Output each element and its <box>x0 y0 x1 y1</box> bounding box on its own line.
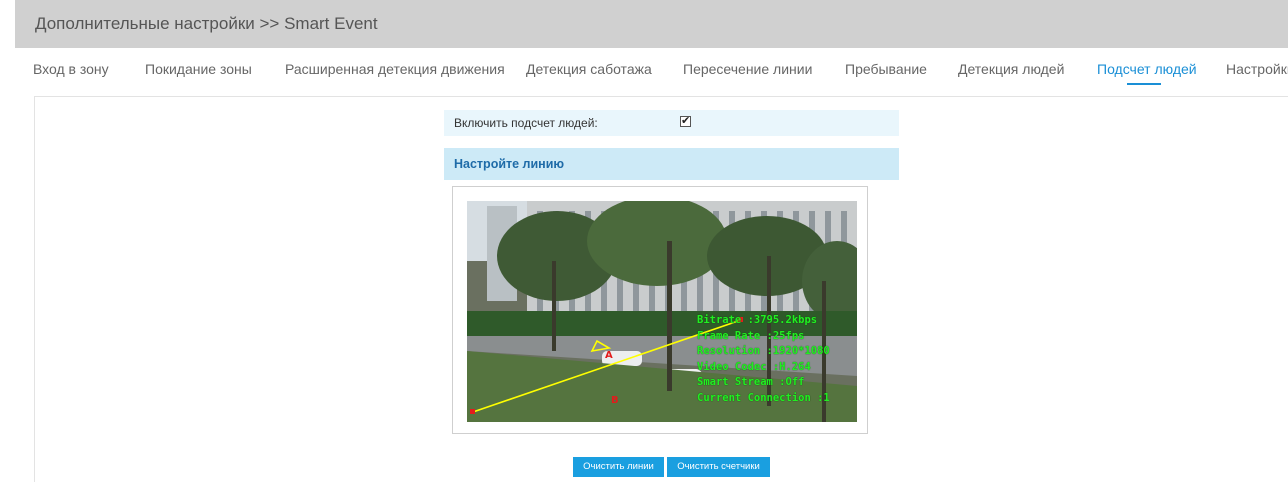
osd-line: Smart Stream :Off <box>697 376 805 388</box>
enable-row: Включить подсчет людей: ✔ <box>444 110 899 136</box>
video-preview[interactable]: A B Bitrate :3795.2kbps Frame Rate :25fp… <box>467 201 857 422</box>
osd-line: Frame Rate :25fps <box>697 329 805 342</box>
tab-settings[interactable]: Настройки <box>1226 61 1288 77</box>
tab-tamper[interactable]: Детекция саботажа <box>526 61 652 77</box>
tab-zone-entry[interactable]: Вход в зону <box>33 61 109 77</box>
svg-text:A: A <box>605 350 613 361</box>
video-osd: Bitrate :3795.2kbps Frame Rate :25fps Re… <box>697 313 830 406</box>
svg-text:B: B <box>611 395 619 406</box>
active-tab-indicator <box>1127 83 1161 85</box>
enable-label: Включить подсчет людей: <box>454 116 598 130</box>
section-header: Настройте линию <box>444 148 899 180</box>
enable-checkbox[interactable]: ✔ <box>680 116 691 127</box>
tab-people-counting[interactable]: Подсчет людей <box>1097 61 1197 77</box>
clear-counters-button[interactable]: Очистить счетчики <box>667 457 770 477</box>
video-frame: A B Bitrate :3795.2kbps Frame Rate :25fp… <box>452 186 868 434</box>
page-title: Дополнительные настройки >> Smart Event <box>35 14 378 33</box>
osd-line: Video Codec :H.264 <box>697 360 811 373</box>
osd-line: Resolution :1920*1080 <box>697 345 830 357</box>
tab-loitering[interactable]: Пребывание <box>845 61 927 77</box>
osd-line: Current Connection :1 <box>697 391 830 404</box>
osd-line: Bitrate :3795.2kbps <box>697 314 818 326</box>
tab-line-crossing[interactable]: Пересечение линии <box>683 61 812 77</box>
tab-advanced-motion[interactable]: Расширенная детекция движения <box>285 61 505 77</box>
page-header: Дополнительные настройки >> Smart Event <box>15 0 1288 48</box>
tab-people-detection[interactable]: Детекция людей <box>958 61 1064 77</box>
tab-zone-exit[interactable]: Покидание зоны <box>145 61 252 77</box>
clear-lines-button[interactable]: Очистить линии <box>573 457 664 477</box>
tab-bar: Вход в зону Покидание зоны Расширенная д… <box>0 48 1288 90</box>
section-title: Настройте линию <box>454 157 565 171</box>
